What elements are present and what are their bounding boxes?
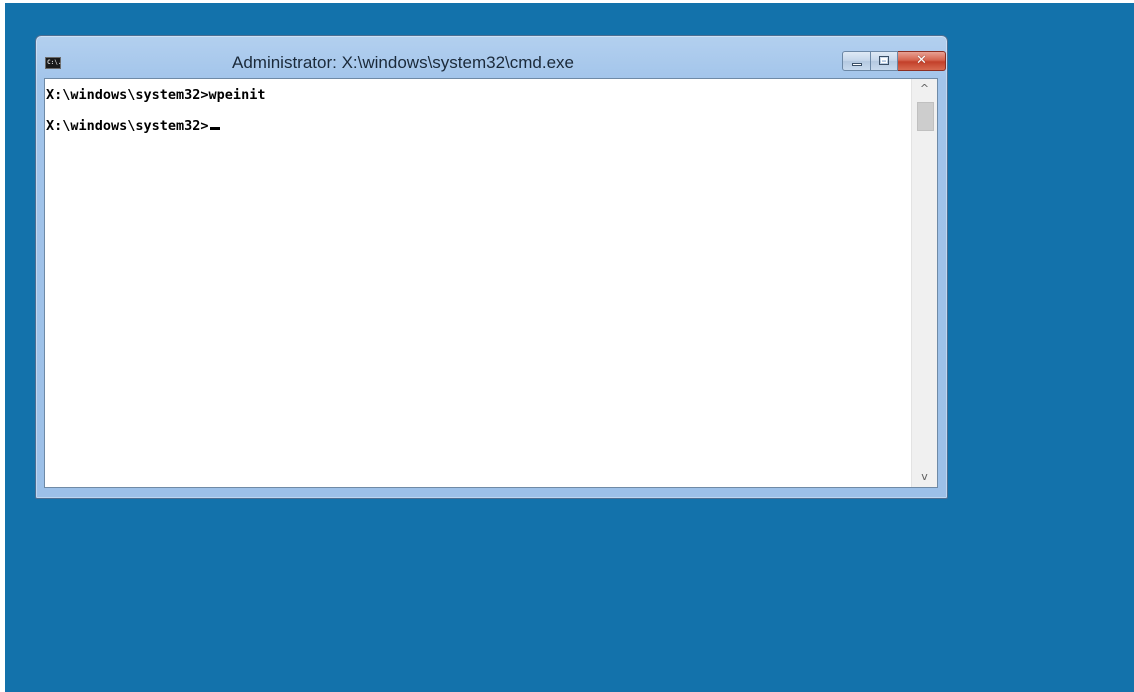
console-line-1: X:\windows\system32>wpeinit xyxy=(46,87,266,103)
scroll-down-arrow-icon[interactable]: v xyxy=(912,467,937,487)
console-prompt: X:\windows\system32> xyxy=(46,118,209,134)
console-output[interactable]: X:\windows\system32>wpeinit X:\windows\s… xyxy=(45,79,911,487)
console-client-area[interactable]: X:\windows\system32>wpeinit X:\windows\s… xyxy=(44,78,938,488)
scroll-thumb[interactable] xyxy=(917,102,934,131)
minimize-icon xyxy=(852,63,862,66)
cmd-icon-label: C:\. xyxy=(47,59,62,66)
text-cursor xyxy=(209,127,220,130)
caption-buttons: ✕ xyxy=(842,51,946,72)
vertical-scrollbar[interactable]: ^ v xyxy=(911,79,937,487)
close-icon: ✕ xyxy=(916,53,927,68)
window-title: Administrator: X:\windows\system32\cmd.e… xyxy=(232,53,575,72)
cmd-icon[interactable]: C:\. xyxy=(45,57,61,69)
console-line-2: X:\windows\system32> xyxy=(46,118,911,149)
minimize-button[interactable] xyxy=(842,51,871,71)
cmd-window[interactable]: C:\. Administrator: X:\windows\system32\… xyxy=(35,35,948,499)
maximize-icon xyxy=(879,56,889,65)
desktop-background: C:\. Administrator: X:\windows\system32\… xyxy=(5,3,1134,692)
close-button[interactable]: ✕ xyxy=(898,51,946,71)
maximize-button[interactable] xyxy=(871,51,898,71)
scroll-up-arrow-icon[interactable]: ^ xyxy=(912,79,937,99)
title-bar[interactable]: C:\. Administrator: X:\windows\system32\… xyxy=(36,36,947,78)
